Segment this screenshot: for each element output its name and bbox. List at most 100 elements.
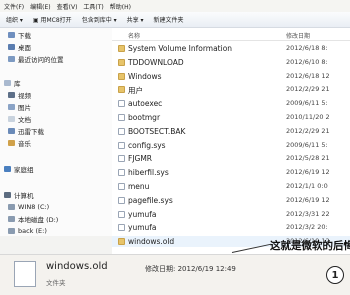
- nav-item[interactable]: 音乐: [8, 138, 31, 148]
- file-name: config.sys: [128, 140, 166, 150]
- file-icon: [118, 155, 125, 163]
- menu-bar: 文件(F) 编辑(E) 查看(V) 工具(T) 帮助(H): [0, 0, 350, 12]
- file-name: windows.old: [128, 237, 175, 247]
- file-icon: [118, 183, 125, 190]
- folder-icon: [118, 45, 125, 52]
- file-row[interactable]: Windows 2012/6/18 12: [112, 71, 350, 82]
- toolbar-button[interactable]: 共享 ▾: [127, 15, 144, 24]
- file-row[interactable]: BOOTSECT.BAK 2012/2/29 21: [112, 126, 350, 137]
- file-name: Windows: [128, 71, 162, 81]
- annotation-text: 这就是微软的后悔药: [270, 240, 350, 252]
- nav-item-label: 计算机: [14, 192, 34, 200]
- nav-item-icon: [8, 140, 15, 146]
- nav-item-icon: [8, 56, 15, 62]
- details-name: windows.old: [46, 261, 108, 272]
- file-icon: [118, 141, 125, 149]
- folder-icon: [118, 238, 125, 246]
- file-row[interactable]: yumufa 2012/3/2 20:: [112, 222, 350, 233]
- nav-item[interactable]: back (E:): [8, 226, 47, 236]
- nav-item-icon: [4, 80, 11, 86]
- nav-item-icon: [4, 166, 11, 172]
- file-date: 2012/2/29 21: [286, 126, 330, 135]
- nav-item[interactable]: WIN8 (C:): [8, 202, 49, 212]
- file-date: 2012/5/28 21: [286, 154, 330, 163]
- file-row[interactable]: config.sys 2009/6/11 5:: [112, 140, 350, 151]
- nav-item[interactable]: 库: [4, 78, 21, 88]
- nav-item-icon: [8, 44, 15, 50]
- file-name: yumufa: [128, 223, 157, 233]
- nav-item-label: 下载: [18, 32, 31, 40]
- file-name: autoexec: [128, 99, 163, 109]
- file-row[interactable]: autoexec 2009/6/11 5:: [112, 98, 350, 109]
- column-header: 名称 修改日期: [112, 28, 350, 41]
- file-icon: [118, 127, 125, 135]
- navigation-pane: 下载桌面最近访问的位置库视频图片文档迅雷下载音乐家庭组计算机 WIN8 (C:) 本…: [0, 28, 113, 236]
- file-date: 2009/6/11 5:: [286, 140, 328, 149]
- column-date-header[interactable]: 修改日期: [286, 31, 310, 40]
- nav-item-label: 迅雷下载: [18, 128, 44, 136]
- nav-item[interactable]: 视频: [8, 90, 31, 100]
- nav-item-label: 桌面: [18, 44, 31, 52]
- file-row[interactable]: FJGMR 2012/5/28 21: [112, 153, 350, 164]
- nav-item[interactable]: 计算机: [4, 190, 34, 200]
- file-icon: [118, 196, 125, 204]
- file-icon: [118, 114, 125, 121]
- nav-item-icon: [8, 204, 15, 210]
- nav-item[interactable]: 迅雷下载: [8, 126, 44, 136]
- file-date: 2012/6/18 12: [286, 71, 330, 80]
- file-name: yumufa: [128, 209, 157, 219]
- file-row[interactable]: System Volume Information 2012/6/18 8:: [112, 43, 350, 54]
- file-row[interactable]: yumufa 2012/3/31 22: [112, 209, 350, 220]
- toolbar-button[interactable]: ▣ 用MC8打开: [33, 15, 72, 24]
- nav-item[interactable]: 本地磁盘 (D:): [8, 214, 58, 224]
- nav-item[interactable]: 桌面: [8, 42, 31, 52]
- toolbar-button[interactable]: 组织 ▾: [6, 15, 23, 24]
- folder-icon: [118, 72, 125, 80]
- menu-item[interactable]: 查看(V): [57, 2, 78, 11]
- nav-item[interactable]: 图片: [8, 102, 31, 112]
- menu-item[interactable]: 文件(F): [4, 2, 24, 11]
- menu-item[interactable]: 帮助(H): [110, 2, 131, 11]
- file-row[interactable]: TDDOWNLOAD 2012/6/10 8:: [112, 57, 350, 68]
- nav-item-icon: [8, 128, 15, 134]
- toolbar-button[interactable]: 包含到库中 ▾: [82, 15, 117, 24]
- file-name: menu: [128, 182, 150, 191]
- menu-item[interactable]: 编辑(E): [30, 2, 50, 11]
- folder-icon: [118, 86, 125, 94]
- nav-item-label: 本地磁盘 (D:): [18, 216, 59, 224]
- menu-item[interactable]: 工具(T): [83, 2, 103, 11]
- file-date: 2012/6/19 12: [286, 195, 330, 204]
- toolbar: 组织 ▾ ▣ 用MC8打开 包含到库中 ▾ 共享 ▾ 新建文件夹: [0, 12, 350, 28]
- file-date: 2012/3/2 20:: [286, 223, 328, 232]
- details-modified: 修改日期: 2012/6/19 12:49: [145, 265, 236, 273]
- file-name: 用户: [128, 86, 143, 96]
- file-icon: [118, 224, 125, 232]
- file-row[interactable]: pagefile.sys 2012/6/19 12: [112, 195, 350, 206]
- folder-icon: [118, 58, 125, 66]
- file-date: 2012/6/18 8:: [286, 44, 328, 52]
- file-name: System Volume Information: [128, 44, 233, 53]
- file-row[interactable]: bootmgr 2010/11/20 2: [112, 112, 350, 123]
- file-list: 名称 修改日期 System Volume Information 2012/6/…: [112, 28, 350, 254]
- file-date: 2012/3/31 22: [286, 209, 330, 218]
- nav-item-label: 音乐: [18, 140, 31, 148]
- file-date: 2012/6/10 8:: [286, 57, 328, 66]
- file-name: bootmgr: [128, 113, 161, 122]
- file-icon: [118, 169, 125, 177]
- nav-item-label: back (E:): [18, 227, 47, 235]
- file-name: BOOTSECT.BAK: [128, 126, 186, 136]
- nav-item[interactable]: 文档: [8, 114, 31, 124]
- file-row[interactable]: hiberfil.sys 2012/6/19 12: [112, 167, 350, 178]
- nav-item[interactable]: 最近访问的位置: [8, 54, 64, 64]
- nav-item[interactable]: 家庭组: [4, 164, 34, 174]
- nav-item-icon: [8, 216, 15, 222]
- toolbar-button[interactable]: 新建文件夹: [154, 15, 184, 24]
- file-name: FJGMR: [128, 154, 153, 164]
- nav-item-icon: [8, 116, 15, 122]
- file-row[interactable]: menu 2012/1/1 0:0: [112, 181, 350, 192]
- file-row[interactable]: 用户 2012/2/29 21: [112, 84, 350, 95]
- column-name-header[interactable]: 名称: [128, 31, 140, 40]
- file-name: pagefile.sys: [128, 195, 173, 205]
- nav-item-label: 文档: [18, 116, 31, 124]
- nav-item[interactable]: 下载: [8, 30, 31, 40]
